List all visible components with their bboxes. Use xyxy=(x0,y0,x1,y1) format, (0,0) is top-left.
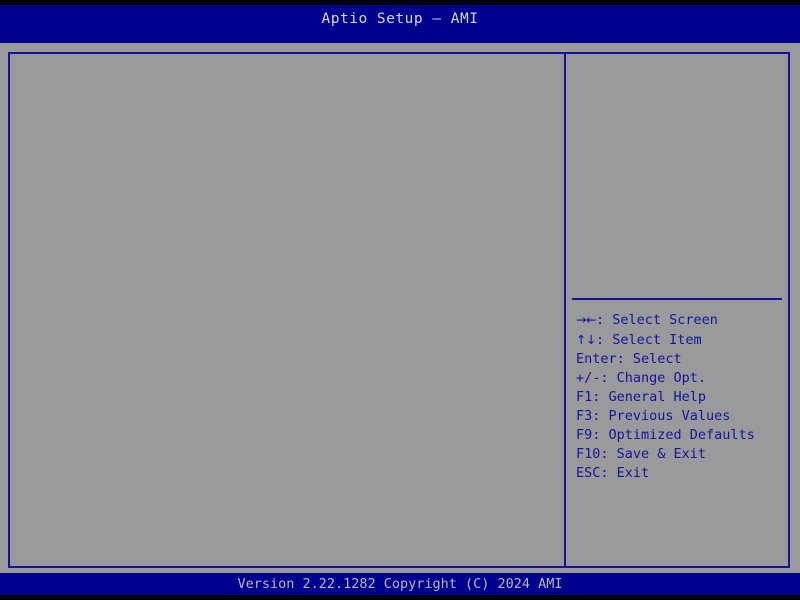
key-glyph-icon: ↑↓ xyxy=(576,332,596,347)
page-title: Aptio Setup – AMI xyxy=(321,11,479,27)
help-key-name: F3 xyxy=(576,408,593,424)
help-key-row: F10: Save & Exit xyxy=(576,445,782,464)
help-key-name: ESC xyxy=(576,465,601,481)
help-key-row: Enter: Select xyxy=(576,350,782,369)
help-key-name: +/- xyxy=(576,370,601,386)
key-glyph-icon: →← xyxy=(576,312,596,327)
version-bar: Version 2.22.1282 Copyright (C) 2024 AMI xyxy=(0,573,800,595)
help-key-name: F9 xyxy=(576,427,593,443)
title-bar: Aptio Setup – AMI xyxy=(0,5,800,43)
help-key-row: +/-: Change Opt. xyxy=(576,369,782,388)
help-key-row: F1: General Help xyxy=(576,388,782,407)
help-key-name: F10 xyxy=(576,446,601,462)
help-key-row: ESC: Exit xyxy=(576,464,782,483)
help-key-row: F3: Previous Values xyxy=(576,407,782,426)
help-key-label: : Select Item xyxy=(595,332,702,348)
help-separator xyxy=(572,298,782,300)
version-text: Version 2.22.1282 Copyright (C) 2024 AMI xyxy=(237,576,563,592)
help-key-row: →←: Select Screen xyxy=(576,310,782,330)
help-key-label: : Change Opt. xyxy=(600,370,707,386)
help-key-label: : Exit xyxy=(600,465,650,481)
help-key-label: : Previous Values xyxy=(592,408,731,424)
help-key-legend: →←: Select Screen ↑↓: Select Item Enter: S… xyxy=(576,310,782,483)
help-pane: →←: Select Screen ↑↓: Select Item Enter: S… xyxy=(566,54,788,566)
content-frame: →←: Select Screen ↑↓: Select Item Enter: S… xyxy=(8,52,790,568)
help-key-label: : Optimized Defaults xyxy=(592,427,755,443)
menu-list[interactable] xyxy=(10,54,564,60)
help-key-row: F9: Optimized Defaults xyxy=(576,426,782,445)
help-key-label: : Select Screen xyxy=(595,312,718,328)
help-key-label: : General Help xyxy=(592,389,707,405)
help-description xyxy=(566,54,788,292)
help-key-label: : Save & Exit xyxy=(600,446,707,462)
help-key-name: F1 xyxy=(576,389,593,405)
menu-pane[interactable] xyxy=(10,54,564,566)
help-key-label: : Select xyxy=(616,351,682,367)
bios-setup-screen: Aptio Setup – AMI →←: Select Screen ↑↓: S… xyxy=(0,0,800,600)
help-key-name: Enter xyxy=(576,351,617,367)
help-key-row: ↑↓: Select Item xyxy=(576,330,782,350)
content-area: →←: Select Screen ↑↓: Select Item Enter: S… xyxy=(0,43,800,573)
